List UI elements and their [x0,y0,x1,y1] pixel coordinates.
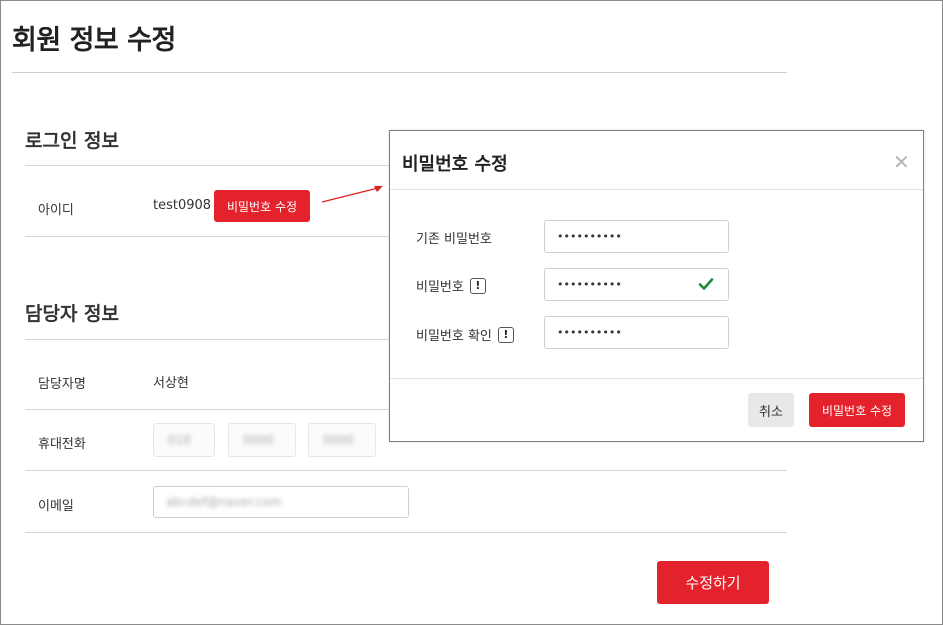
phone-field-1[interactable]: 010 [153,423,215,457]
cancel-button[interactable]: 취소 [748,393,794,427]
current-password-input[interactable]: •••••••••• [544,220,729,253]
manager-name-label: 담당자명 [38,377,86,392]
email-input[interactable]: abcdef@naver.com [153,486,409,518]
page-title: 회원 정보 수정 [12,25,176,56]
modal-submit-button[interactable]: 비밀번호 수정 [809,393,905,427]
exclamation-icon[interactable]: ! [497,326,514,343]
change-password-modal: 비밀번호 수정 ✕ 기존 비밀번호 •••••••••• 비밀번호 ! ••••… [389,130,924,442]
modal-title: 비밀번호 수정 [402,154,508,175]
current-password-label-text: 기존 비밀번호 [416,232,492,247]
modal-footer-divider [390,378,923,379]
email-row-divider [25,532,787,533]
close-icon[interactable]: ✕ [893,152,910,172]
email-label: 이메일 [38,499,74,514]
modal-header-divider [390,189,923,190]
submit-button[interactable]: 수정하기 [657,561,769,604]
check-icon [698,278,714,290]
phone-part-2: 0000 [243,433,274,447]
new-password-input[interactable]: •••••••••• [544,268,729,301]
phone-field-2[interactable]: 0000 [228,423,296,457]
arrow-icon [321,186,383,203]
confirm-password-label-text: 비밀번호 확인 [416,329,492,344]
confirm-password-value: •••••••••• [557,326,622,339]
new-password-label-text: 비밀번호 [416,280,464,295]
exclamation-icon[interactable]: ! [469,277,486,294]
id-value: test0908 [153,198,212,213]
phone-label: 휴대전화 [38,437,86,452]
current-password-value: •••••••••• [557,230,622,243]
manager-name-value: 서상현 [153,376,189,391]
phone-row-divider [25,470,787,471]
login-section-title: 로그인 정보 [25,130,120,152]
id-label: 아이디 [38,203,74,218]
new-password-label: 비밀번호 ! [416,276,486,295]
email-value: abcdef@naver.com [166,495,282,509]
phone-field-3[interactable]: 0000 [308,423,376,457]
manager-section-title: 담당자 정보 [25,303,120,325]
phone-part-1: 010 [168,433,191,447]
confirm-password-label: 비밀번호 확인 ! [416,325,514,344]
new-password-value: •••••••••• [557,278,622,291]
change-password-button[interactable]: 비밀번호 수정 [214,190,310,222]
confirm-password-input[interactable]: •••••••••• [544,316,729,349]
title-divider [12,72,787,73]
phone-part-3: 0000 [323,433,354,447]
current-password-label: 기존 비밀번호 [416,228,492,247]
